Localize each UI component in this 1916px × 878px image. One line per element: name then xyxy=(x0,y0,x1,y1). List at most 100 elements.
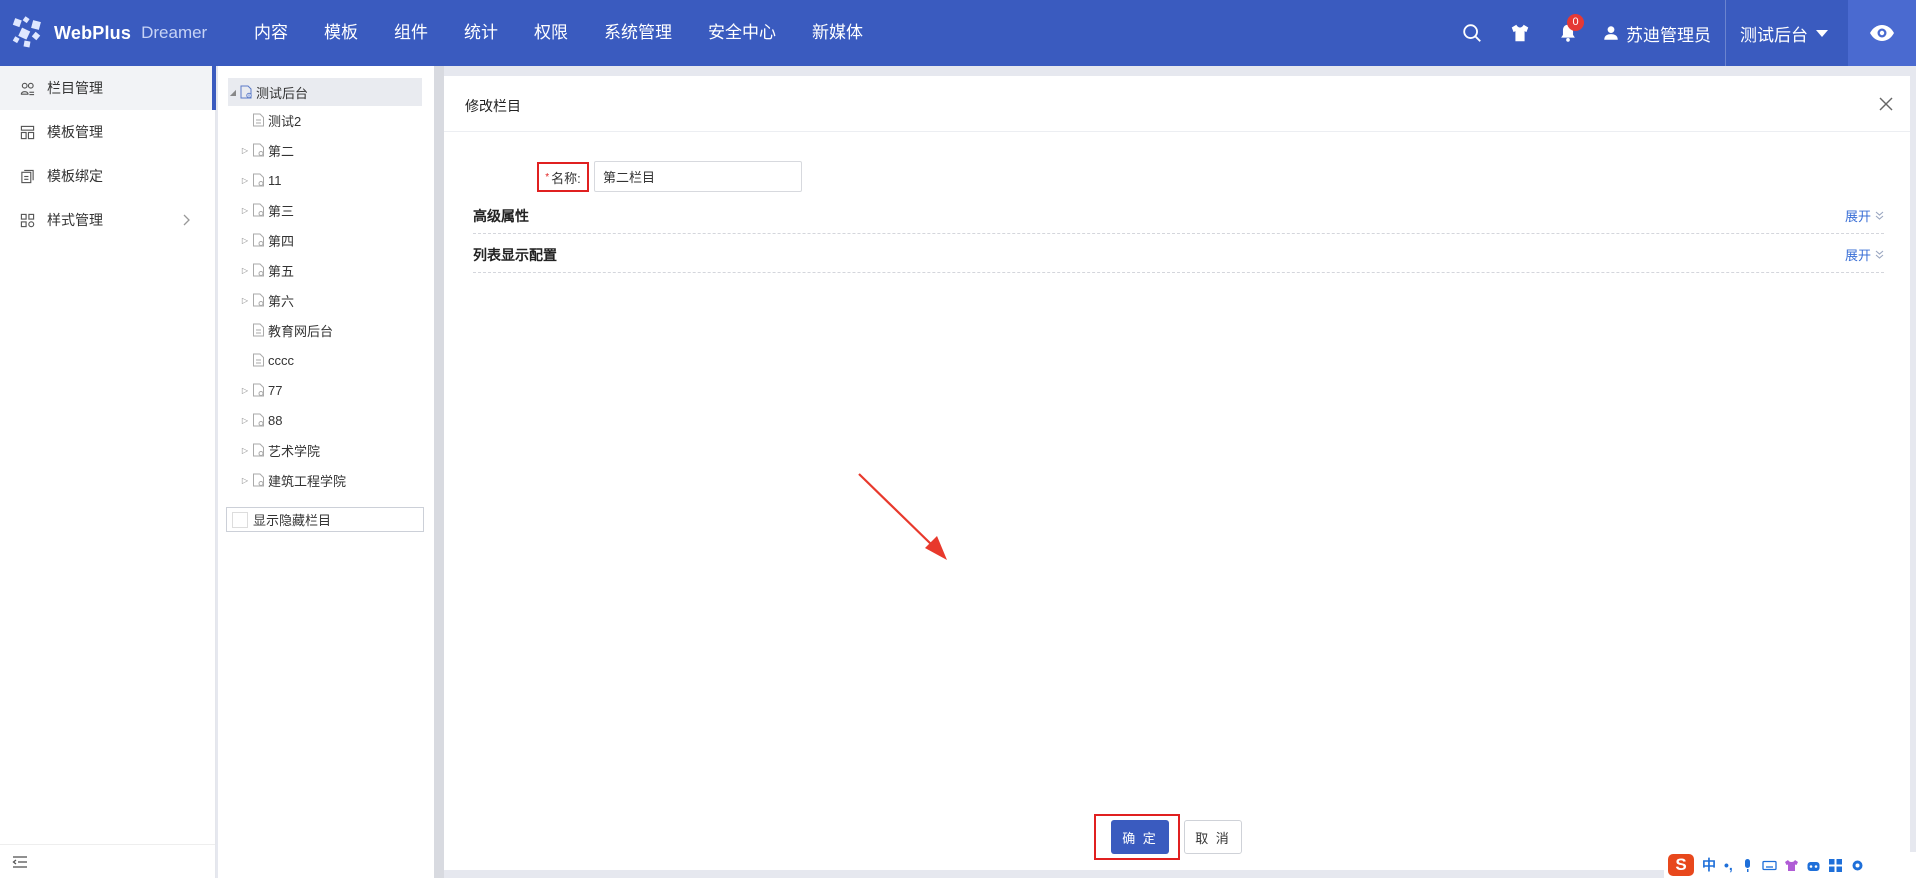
sidebar-item-label: 栏目管理 xyxy=(47,80,103,96)
show-hidden-columns-checkbox[interactable]: 显示隐藏栏目 xyxy=(226,507,424,532)
tree-node-label: 第三 xyxy=(268,203,295,219)
tree-node[interactable]: 教育网后台 xyxy=(240,316,333,344)
app-logo[interactable]: WebPlus Dreamer xyxy=(10,12,207,54)
ime-language-toggle[interactable]: 中 xyxy=(1702,855,1716,875)
folder-icon xyxy=(253,473,264,487)
tree-node[interactable]: ▷ 第三 xyxy=(240,196,294,224)
tree-node-label: 77 xyxy=(268,382,283,398)
tree-node[interactable]: ▷ 第四 xyxy=(240,226,294,254)
tree-node[interactable]: ▷ 第五 xyxy=(240,256,294,284)
header-actions: 0 苏迪管理员 测试后台 xyxy=(1448,0,1916,66)
sidebar-item-template-management[interactable]: 模板管理 xyxy=(0,110,215,154)
name-field-label: * 名称: xyxy=(537,162,589,192)
sogou-logo-icon[interactable]: S xyxy=(1668,854,1694,876)
nav-permission[interactable]: 权限 xyxy=(516,0,586,66)
collapsed-arrow-icon[interactable]: ▷ xyxy=(240,296,250,305)
ime-punctuation-toggle[interactable]: •, xyxy=(1724,857,1733,873)
nav-security-center[interactable]: 安全中心 xyxy=(690,0,794,66)
nav-component[interactable]: 组件 xyxy=(376,0,446,66)
tree-node-label: 11 xyxy=(268,172,282,188)
section-title: 列表显示配置 xyxy=(473,247,557,263)
logo-mark-icon xyxy=(12,16,41,48)
nav-statistics[interactable]: 统计 xyxy=(446,0,516,66)
site-folder-icon xyxy=(240,85,252,99)
collapsed-arrow-icon[interactable]: ▷ xyxy=(240,386,250,395)
collapsed-arrow-icon[interactable]: ▷ xyxy=(240,416,250,425)
tree-node-root[interactable]: ◢ 测试后台 xyxy=(228,78,422,106)
sidebar-item-style-management[interactable]: 样式管理 xyxy=(0,198,215,242)
eye-icon xyxy=(1870,25,1894,41)
checkbox-box[interactable] xyxy=(232,511,248,528)
site-selector[interactable]: 测试后台 xyxy=(1725,0,1848,66)
collapsed-arrow-icon[interactable]: ▷ xyxy=(240,176,250,185)
confirm-button[interactable]: 确 定 xyxy=(1111,820,1169,854)
name-label-text: 名称: xyxy=(551,170,581,186)
folder-icon xyxy=(253,233,264,247)
double-chevron-down-icon xyxy=(1875,250,1884,259)
user-menu[interactable]: 苏迪管理员 xyxy=(1592,0,1725,66)
name-input[interactable] xyxy=(594,161,802,192)
collapsed-arrow-icon[interactable]: ▷ xyxy=(240,266,250,275)
template-icon xyxy=(20,125,35,139)
document-icon xyxy=(253,353,264,367)
close-icon[interactable] xyxy=(1876,94,1896,114)
logo-text: WebPlus xyxy=(54,22,132,43)
apps-grid-icon[interactable] xyxy=(1828,858,1843,873)
panel-divider[interactable] xyxy=(434,66,444,878)
tree-node[interactable]: ▷ 第六 xyxy=(240,286,294,314)
nav-content[interactable]: 内容 xyxy=(236,0,306,66)
expand-advanced-properties-button[interactable]: 展开 xyxy=(1845,206,1884,225)
collapsed-arrow-icon[interactable]: ▷ xyxy=(240,206,250,215)
section-title: 高级属性 xyxy=(473,208,529,224)
tree-node[interactable]: ▷ 77 xyxy=(240,376,283,404)
tree-node-label: 第四 xyxy=(268,233,295,249)
nav-template[interactable]: 模板 xyxy=(306,0,376,66)
tree-node-label: 测试后台 xyxy=(256,85,309,101)
top-navigation-bar: WebPlus Dreamer 内容 模板 组件 统计 权限 系统管理 安全中心… xyxy=(0,0,1916,66)
search-button[interactable] xyxy=(1448,0,1496,66)
sidebar-item-column-management[interactable]: 栏目管理 xyxy=(0,66,216,110)
columns-icon xyxy=(20,82,35,95)
sidebar-collapse-button[interactable] xyxy=(0,844,215,878)
preview-button[interactable] xyxy=(1848,0,1916,66)
cancel-button[interactable]: 取 消 xyxy=(1184,820,1242,854)
ime-toolbar: S 中 •, xyxy=(1664,852,1916,878)
list-display-config-section: 列表显示配置 展开 xyxy=(473,235,1884,273)
settings-gear-icon[interactable] xyxy=(1850,858,1865,873)
folder-icon xyxy=(253,443,264,457)
tree-node-label: cccc xyxy=(268,352,294,368)
tree-node[interactable]: ▷ 艺术学院 xyxy=(240,436,320,464)
tree-node[interactable]: ▷ 建筑工程学院 xyxy=(240,466,346,494)
expanded-arrow-icon[interactable]: ◢ xyxy=(228,88,238,97)
tshirt-icon xyxy=(1511,24,1529,42)
sidebar-item-template-binding[interactable]: 模板绑定 xyxy=(0,154,215,198)
tree-node-label: 第六 xyxy=(268,293,295,309)
keyboard-icon[interactable] xyxy=(1762,858,1777,873)
tree-node[interactable]: ▷ 88 xyxy=(240,406,283,434)
skin-icon[interactable] xyxy=(1784,858,1799,873)
tree-node[interactable]: cccc xyxy=(240,346,294,374)
chevron-right-icon xyxy=(183,214,190,226)
folder-icon xyxy=(253,173,264,187)
folder-icon xyxy=(253,383,264,397)
tree-node[interactable]: ▷ 11 xyxy=(240,166,282,194)
robot-icon[interactable] xyxy=(1806,858,1821,873)
sidebar-item-label: 样式管理 xyxy=(47,212,103,228)
collapsed-arrow-icon[interactable]: ▷ xyxy=(240,146,250,155)
folder-icon xyxy=(253,203,264,217)
nav-new-media[interactable]: 新媒体 xyxy=(794,0,881,66)
tree-node-label: 教育网后台 xyxy=(268,323,334,339)
style-icon xyxy=(20,213,35,227)
nav-system-management[interactable]: 系统管理 xyxy=(586,0,690,66)
theme-button[interactable] xyxy=(1496,0,1544,66)
document-icon xyxy=(253,113,264,127)
notifications-button[interactable]: 0 xyxy=(1544,0,1592,66)
microphone-icon[interactable] xyxy=(1740,858,1755,873)
collapsed-arrow-icon[interactable]: ▷ xyxy=(240,236,250,245)
tree-node[interactable]: 测试2 xyxy=(240,106,301,134)
bind-icon xyxy=(21,169,34,183)
tree-node[interactable]: ▷ 第二 xyxy=(240,136,294,164)
expand-list-display-config-button[interactable]: 展开 xyxy=(1845,245,1884,264)
collapsed-arrow-icon[interactable]: ▷ xyxy=(240,446,250,455)
collapsed-arrow-icon[interactable]: ▷ xyxy=(240,476,250,485)
